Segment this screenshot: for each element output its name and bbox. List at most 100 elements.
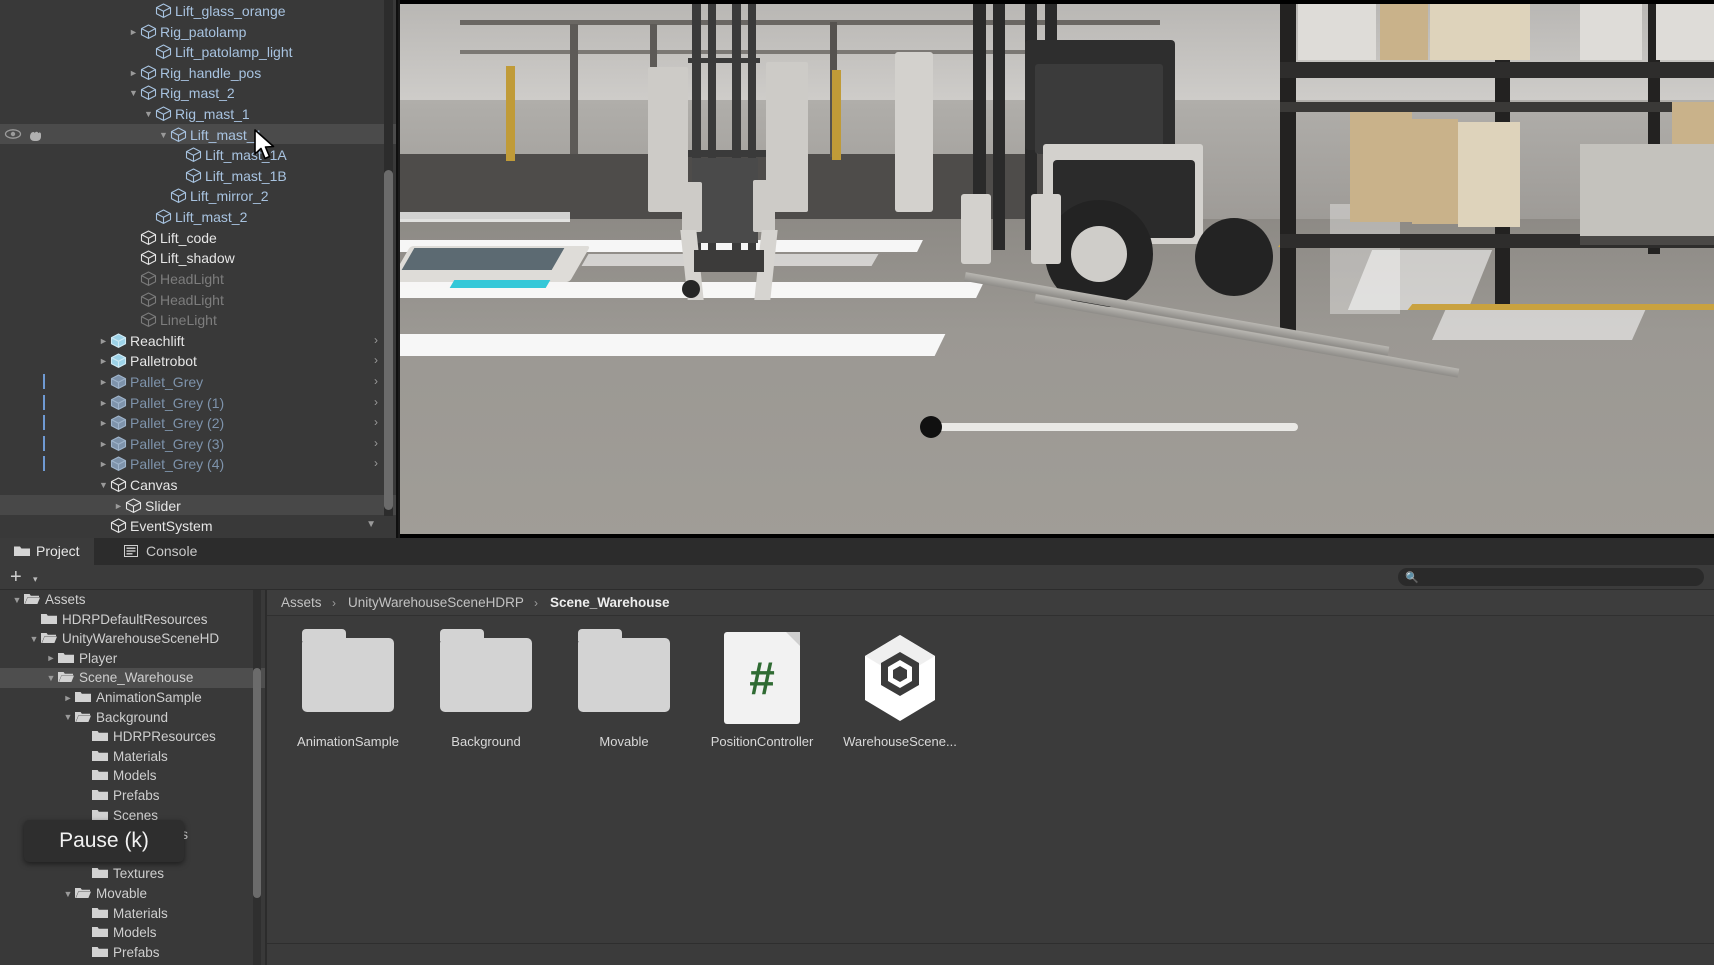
hierarchy-row[interactable]: ► HeadLight xyxy=(0,289,396,310)
expander-expanded-icon[interactable]: ▼ xyxy=(27,630,41,650)
slider-track[interactable] xyxy=(928,423,1298,431)
project-tree-scrollbar-thumb[interactable] xyxy=(253,668,261,898)
project-folder-row[interactable]: ► Prefabs xyxy=(0,786,265,806)
search-field[interactable]: 🔍 xyxy=(1398,568,1704,586)
expander-expanded-icon[interactable]: ▼ xyxy=(142,104,155,125)
hierarchy-row[interactable]: ▼ Canvas xyxy=(0,474,396,495)
expander-expanded-icon[interactable]: ▼ xyxy=(97,475,110,496)
chevron-right-icon[interactable]: › xyxy=(374,412,378,433)
breadcrumb-item[interactable]: UnityWarehouseSceneHDRP xyxy=(348,590,524,616)
project-folder-row[interactable]: ► Textures xyxy=(0,864,265,884)
project-folder-row[interactable]: ► HDRPDefaultResources xyxy=(0,610,265,630)
asset-grid[interactable]: AnimationSample Background Movable # Positio… xyxy=(267,616,1714,926)
expander-collapsed-icon[interactable]: ► xyxy=(97,331,110,352)
expander-collapsed-icon[interactable]: ► xyxy=(97,434,110,455)
asset-item[interactable]: Movable xyxy=(555,629,693,760)
hierarchy-row[interactable]: ► HeadLight xyxy=(0,268,396,289)
asset-item[interactable]: Background xyxy=(417,629,555,760)
hierarchy-row[interactable]: ► Palletrobot › xyxy=(0,350,396,371)
search-input[interactable] xyxy=(1422,568,1692,586)
project-folder-row[interactable]: ▼ Scene_Warehouse xyxy=(0,668,265,688)
chevron-right-icon[interactable]: › xyxy=(374,371,378,392)
expander-collapsed-icon[interactable]: ► xyxy=(97,393,110,414)
project-folder-row[interactable]: ► AnimationSample xyxy=(0,688,265,708)
hierarchy-panel[interactable]: ► Lift_glass_orange ► Rig_patolamp ► Lift_pat… xyxy=(0,0,398,538)
hierarchy-row[interactable]: ► LineLight xyxy=(0,309,396,330)
hierarchy-row[interactable]: ► Lift_glass_orange xyxy=(0,0,396,21)
expander-collapsed-icon[interactable]: ► xyxy=(97,372,110,393)
project-folder-row[interactable]: ► HDRPResources xyxy=(0,727,265,747)
hierarchy-row[interactable]: ► Rig_handle_pos xyxy=(0,62,396,83)
project-content-area[interactable]: Assets › UnityWarehouseSceneHDRP › Scene_War… xyxy=(267,590,1714,965)
expander-expanded-icon[interactable]: ▼ xyxy=(127,83,140,104)
chevron-right-icon[interactable]: › xyxy=(374,433,378,454)
breadcrumb-item[interactable]: Assets xyxy=(281,590,322,616)
hierarchy-row[interactable]: ► Lift_code xyxy=(0,227,396,248)
hierarchy-row[interactable]: ► Lift_patolamp_light xyxy=(0,41,396,62)
project-folder-row[interactable]: ► Player xyxy=(0,649,265,669)
hierarchy-row[interactable]: ► Pallet_Grey (3) › xyxy=(0,433,396,454)
hierarchy-row[interactable]: ► Lift_mirror_2 xyxy=(0,185,396,206)
hierarchy-row[interactable]: ► Reachlift › xyxy=(0,330,396,351)
expander-collapsed-icon[interactable]: ► xyxy=(127,63,140,84)
hierarchy-row[interactable]: ► Lift_shadow xyxy=(0,247,396,268)
hierarchy-row[interactable]: ► Rig_patolamp xyxy=(0,21,396,42)
project-folder-tree[interactable]: ▼ Assets ► HDRPDefaultResources ▼ UnityWareho… xyxy=(0,590,265,965)
chevron-right-icon[interactable]: › xyxy=(374,330,378,351)
hierarchy-row[interactable]: ► Slider xyxy=(0,494,396,517)
hierarchy-overflow-caret[interactable]: ▼ xyxy=(366,515,376,536)
hierarchy-row[interactable]: ► Pallet_Grey (2) › xyxy=(0,412,396,433)
project-folder-row[interactable]: ► Models xyxy=(0,766,265,786)
hierarchy-row[interactable]: ► EventSystem ▼ xyxy=(0,515,396,536)
hierarchy-scrollbar-thumb[interactable] xyxy=(384,170,393,510)
chevron-right-icon[interactable]: › xyxy=(374,350,378,371)
project-folder-row[interactable]: ► Prefabs xyxy=(0,943,265,963)
project-folder-row[interactable]: ► Materials xyxy=(0,747,265,767)
hierarchy-row[interactable]: ► Pallet_Grey › xyxy=(0,371,396,392)
expander-expanded-icon[interactable]: ▼ xyxy=(61,708,75,728)
chevron-right-icon[interactable]: › xyxy=(374,392,378,413)
add-asset-button[interactable]: + xyxy=(10,567,22,587)
asset-item[interactable]: # PositionController xyxy=(693,630,831,760)
expander-expanded-icon[interactable]: ▼ xyxy=(61,885,75,905)
expander-collapsed-icon[interactable]: ► xyxy=(97,454,110,475)
hierarchy-row[interactable]: ► Pallet_Grey (1) › xyxy=(0,392,396,413)
expander-expanded-icon[interactable]: ▼ xyxy=(157,125,170,146)
hierarchy-row[interactable]: ► Lift_mast_2 xyxy=(0,206,396,227)
slider-handle[interactable] xyxy=(920,416,942,438)
hierarchy-list[interactable]: ► Lift_glass_orange ► Rig_patolamp ► Lift_pat… xyxy=(0,0,396,536)
expander-collapsed-icon[interactable]: ► xyxy=(127,22,140,43)
asset-item[interactable]: AnimationSample xyxy=(279,629,417,760)
tab-console[interactable]: Console xyxy=(110,538,211,565)
expander-collapsed-icon[interactable]: ► xyxy=(44,649,58,669)
tab-project[interactable]: Project xyxy=(0,538,94,565)
project-folder-row[interactable]: ▼ Background xyxy=(0,708,265,728)
breadcrumb[interactable]: Assets › UnityWarehouseSceneHDRP › Scene_War… xyxy=(267,590,1714,616)
project-folder-row[interactable]: ► Materials xyxy=(0,904,265,924)
project-folder-row[interactable]: ► Models xyxy=(0,923,265,943)
expander-collapsed-icon[interactable]: ► xyxy=(112,496,125,517)
chevron-down-icon[interactable]: ▾ xyxy=(33,574,38,585)
project-toolbar[interactable]: + ▾ 🔍 xyxy=(0,565,1714,590)
project-folder-row[interactable]: ▼ UnityWarehouseSceneHD xyxy=(0,629,265,649)
expander-expanded-icon[interactable]: ▼ xyxy=(44,669,58,689)
project-folder-list[interactable]: ▼ Assets ► HDRPDefaultResources ▼ UnityWareho… xyxy=(0,590,265,962)
expander-collapsed-icon[interactable]: ► xyxy=(61,689,75,709)
project-folder-row[interactable]: ▼ Assets xyxy=(0,590,265,610)
expander-collapsed-icon[interactable]: ► xyxy=(97,413,110,434)
breadcrumb-item[interactable]: Scene_Warehouse xyxy=(550,590,670,616)
bottom-tab-bar[interactable]: Project Console xyxy=(0,538,1714,565)
game-ui-slider[interactable] xyxy=(920,416,1300,438)
hierarchy-row[interactable]: ► Lift_mast_1B xyxy=(0,165,396,186)
chevron-right-icon[interactable]: › xyxy=(374,453,378,474)
game-view[interactable] xyxy=(400,0,1714,538)
project-folder-row[interactable]: ▼ Movable xyxy=(0,884,265,904)
hierarchy-row[interactable]: ► Pallet_Grey (4) › xyxy=(0,453,396,474)
expander-expanded-icon[interactable]: ▼ xyxy=(10,591,24,611)
hierarchy-row[interactable]: ▼ Lift_mast_1 xyxy=(0,123,396,146)
hierarchy-row[interactable]: ►Lift_mast_1A xyxy=(0,144,396,165)
hierarchy-row[interactable]: ▼ Rig_mast_2 xyxy=(0,82,396,103)
hierarchy-row[interactable]: ▼ Rig_mast_1 xyxy=(0,103,396,124)
asset-item[interactable]: WarehouseScene... xyxy=(831,630,969,760)
expander-collapsed-icon[interactable]: ► xyxy=(97,351,110,372)
